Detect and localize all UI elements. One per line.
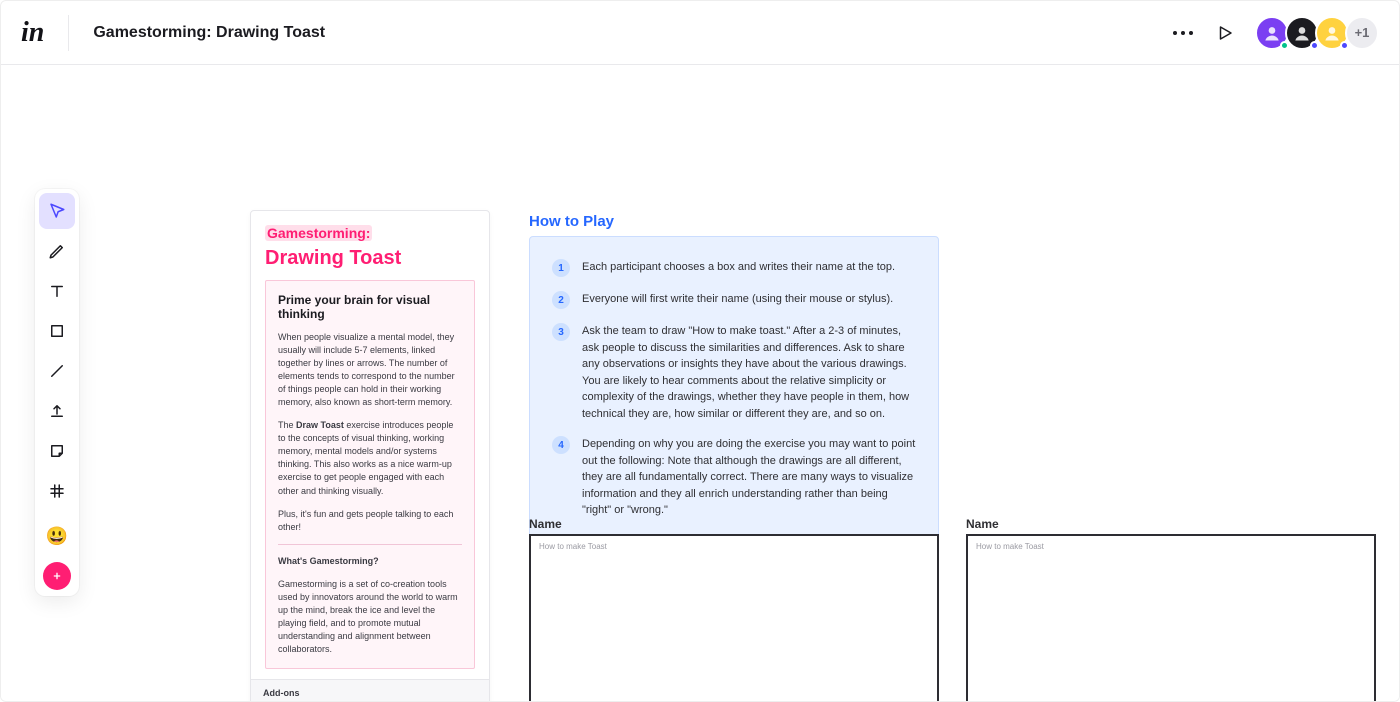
step-number-badge: 3 (552, 323, 570, 341)
howto-step: 4 Depending on why you are doing the exer… (552, 436, 916, 519)
step-text: Depending on why you are doing the exerc… (582, 436, 916, 519)
name-label-2: Name (966, 517, 999, 531)
plus-comment-icon (49, 568, 65, 584)
text-tool[interactable] (39, 273, 75, 309)
play-icon (1216, 24, 1234, 42)
shape-tool[interactable] (39, 313, 75, 349)
present-button[interactable] (1207, 15, 1243, 51)
step-number-badge: 2 (552, 291, 570, 309)
card-title-line1: Gamestorming: (265, 225, 372, 241)
app-root: in Gamestorming: Drawing Toast +1 Gamest… (0, 0, 1400, 702)
square-icon (48, 322, 66, 340)
step-text: Each participant chooses a box and write… (582, 259, 895, 277)
drawing-box-1-caption: How to make Toast (539, 542, 607, 551)
howto-step: 3 Ask the team to draw "How to make toast… (552, 323, 916, 422)
step-number-badge: 4 (552, 436, 570, 454)
collaborator-avatar[interactable] (1255, 16, 1289, 50)
line-tool[interactable] (39, 353, 75, 389)
upload-icon (48, 402, 66, 420)
pencil-icon (48, 242, 66, 260)
step-text: Everyone will first write their name (us… (582, 291, 893, 309)
howto-box[interactable]: 1 Each participant chooses a box and writ… (529, 236, 939, 544)
whats-heading: What's Gamestorming? (278, 555, 462, 568)
step-text: Ask the team to draw "How to make toast.… (582, 323, 916, 422)
note-icon (48, 442, 66, 460)
drawing-box-2[interactable]: How to make Toast (966, 534, 1376, 701)
info-card[interactable]: Gamestorming: Drawing Toast Prime your b… (250, 210, 490, 701)
text-icon (48, 282, 66, 300)
name-label-1: Name (529, 517, 562, 531)
document-title[interactable]: Gamestorming: Drawing Toast (93, 24, 325, 42)
addons-label[interactable]: Add-ons (251, 679, 489, 701)
more-icon (1173, 31, 1177, 35)
card-paragraph-2: The Draw Toast exercise introduces peopl… (278, 419, 462, 497)
drawing-box-1[interactable]: How to make Toast (529, 534, 939, 701)
collaborator-avatar[interactable] (1285, 16, 1319, 50)
card-title-line2: Drawing Toast (265, 247, 475, 270)
step-number-badge: 1 (552, 259, 570, 277)
avatar-icon (1292, 23, 1312, 43)
emoji-tool[interactable]: 😃 (39, 518, 75, 554)
line-icon (48, 362, 66, 380)
collaborator-avatars: +1 (1259, 16, 1379, 50)
freehand-canvas[interactable]: Gamestorming: Drawing Toast Prime your b… (1, 66, 1399, 701)
howto-step: 2 Everyone will first write their name (u… (552, 291, 916, 309)
card-paragraph-1: When people visualize a mental model, th… (278, 331, 462, 409)
card-section-heading: Prime your brain for visual thinking (278, 293, 462, 321)
pencil-tool[interactable] (39, 233, 75, 269)
collaborator-avatar[interactable] (1315, 16, 1349, 50)
invision-logo[interactable]: in (21, 17, 44, 49)
grid-icon (48, 482, 66, 500)
sticky-note-tool[interactable] (39, 433, 75, 469)
add-tool-button[interactable] (43, 562, 71, 590)
card-paragraph-3: Plus, it's fun and gets people talking t… (278, 508, 462, 534)
avatar-icon (1322, 23, 1342, 43)
left-toolbar: 😃 (35, 189, 79, 596)
upload-tool[interactable] (39, 393, 75, 429)
howto-step: 1 Each participant chooses a box and writ… (552, 259, 916, 277)
header-divider (68, 15, 69, 51)
pointer-icon (48, 202, 66, 220)
whats-text: Gamestorming is a set of co-creation too… (278, 578, 462, 656)
header-bar: in Gamestorming: Drawing Toast +1 (1, 1, 1399, 65)
more-menu-button[interactable] (1165, 15, 1201, 51)
howto-title: How to Play (529, 213, 614, 230)
drawing-box-2-caption: How to make Toast (976, 542, 1044, 551)
more-collaborators-badge[interactable]: +1 (1345, 16, 1379, 50)
grid-tool[interactable] (39, 473, 75, 509)
select-tool[interactable] (39, 193, 75, 229)
avatar-icon (1262, 23, 1282, 43)
card-description-box: Prime your brain for visual thinking Whe… (265, 280, 475, 669)
